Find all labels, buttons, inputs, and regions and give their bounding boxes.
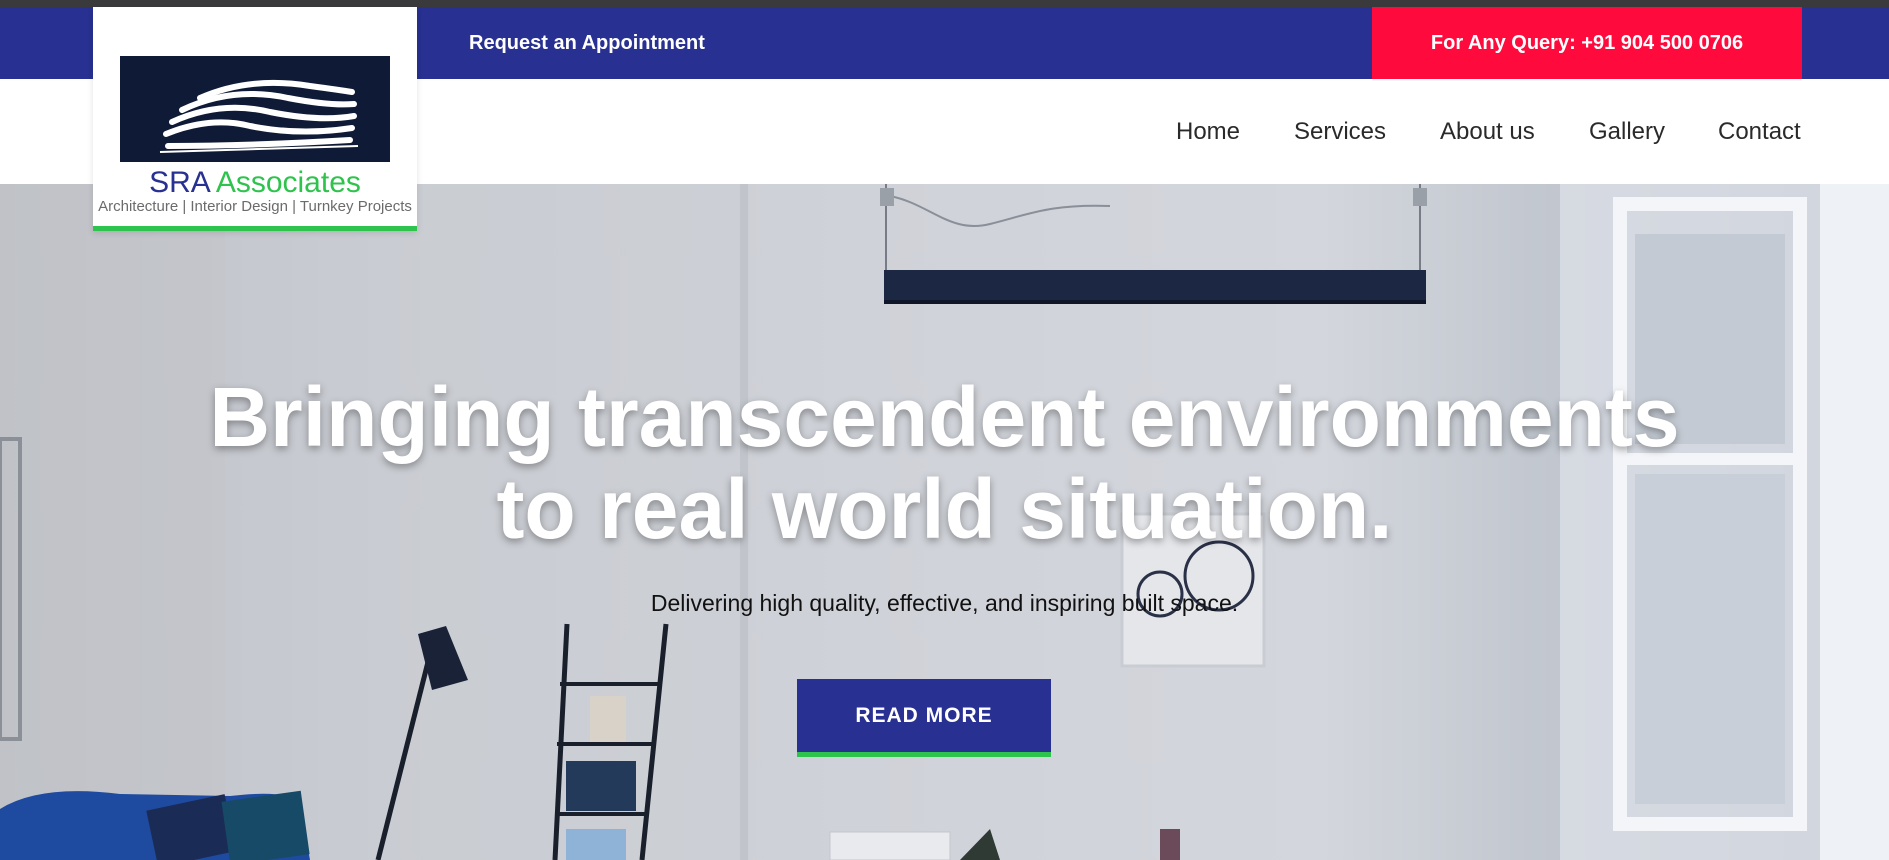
hero-title-line-1: Bringing transcendent environments bbox=[209, 370, 1680, 464]
request-appointment-link[interactable]: Request an Appointment bbox=[469, 7, 705, 79]
nav-services[interactable]: Services bbox=[1294, 79, 1386, 184]
hero-subtitle: Delivering high quality, effective, and … bbox=[650, 590, 1239, 616]
logo-name-part1: SRA bbox=[149, 166, 210, 199]
nav-contact[interactable]: Contact bbox=[1718, 79, 1801, 184]
read-more-button[interactable]: READ MORE bbox=[797, 679, 1051, 757]
nav-gallery[interactable]: Gallery bbox=[1589, 79, 1665, 184]
logo-name-part2: Associates bbox=[215, 166, 361, 199]
nav-home[interactable]: Home bbox=[1176, 79, 1240, 184]
browser-top-strip bbox=[0, 0, 1889, 7]
building-wave-logo-icon bbox=[120, 56, 390, 162]
nav-about-us[interactable]: About us bbox=[1440, 79, 1535, 184]
logo-card[interactable]: SRA Associates Architecture | Interior D… bbox=[93, 7, 417, 231]
hero-title-line-2: to real world situation. bbox=[496, 462, 1393, 556]
logo-name: SRA Associates bbox=[93, 167, 417, 199]
hero-section: Bringing transcendent environments to re… bbox=[0, 184, 1889, 860]
query-phone-banner[interactable]: For Any Query: +91 904 500 0706 bbox=[1372, 7, 1802, 79]
hero-title: Bringing transcendent environments to re… bbox=[0, 371, 1889, 555]
logo-tagline: Architecture | Interior Design | Turnkey… bbox=[98, 198, 412, 215]
